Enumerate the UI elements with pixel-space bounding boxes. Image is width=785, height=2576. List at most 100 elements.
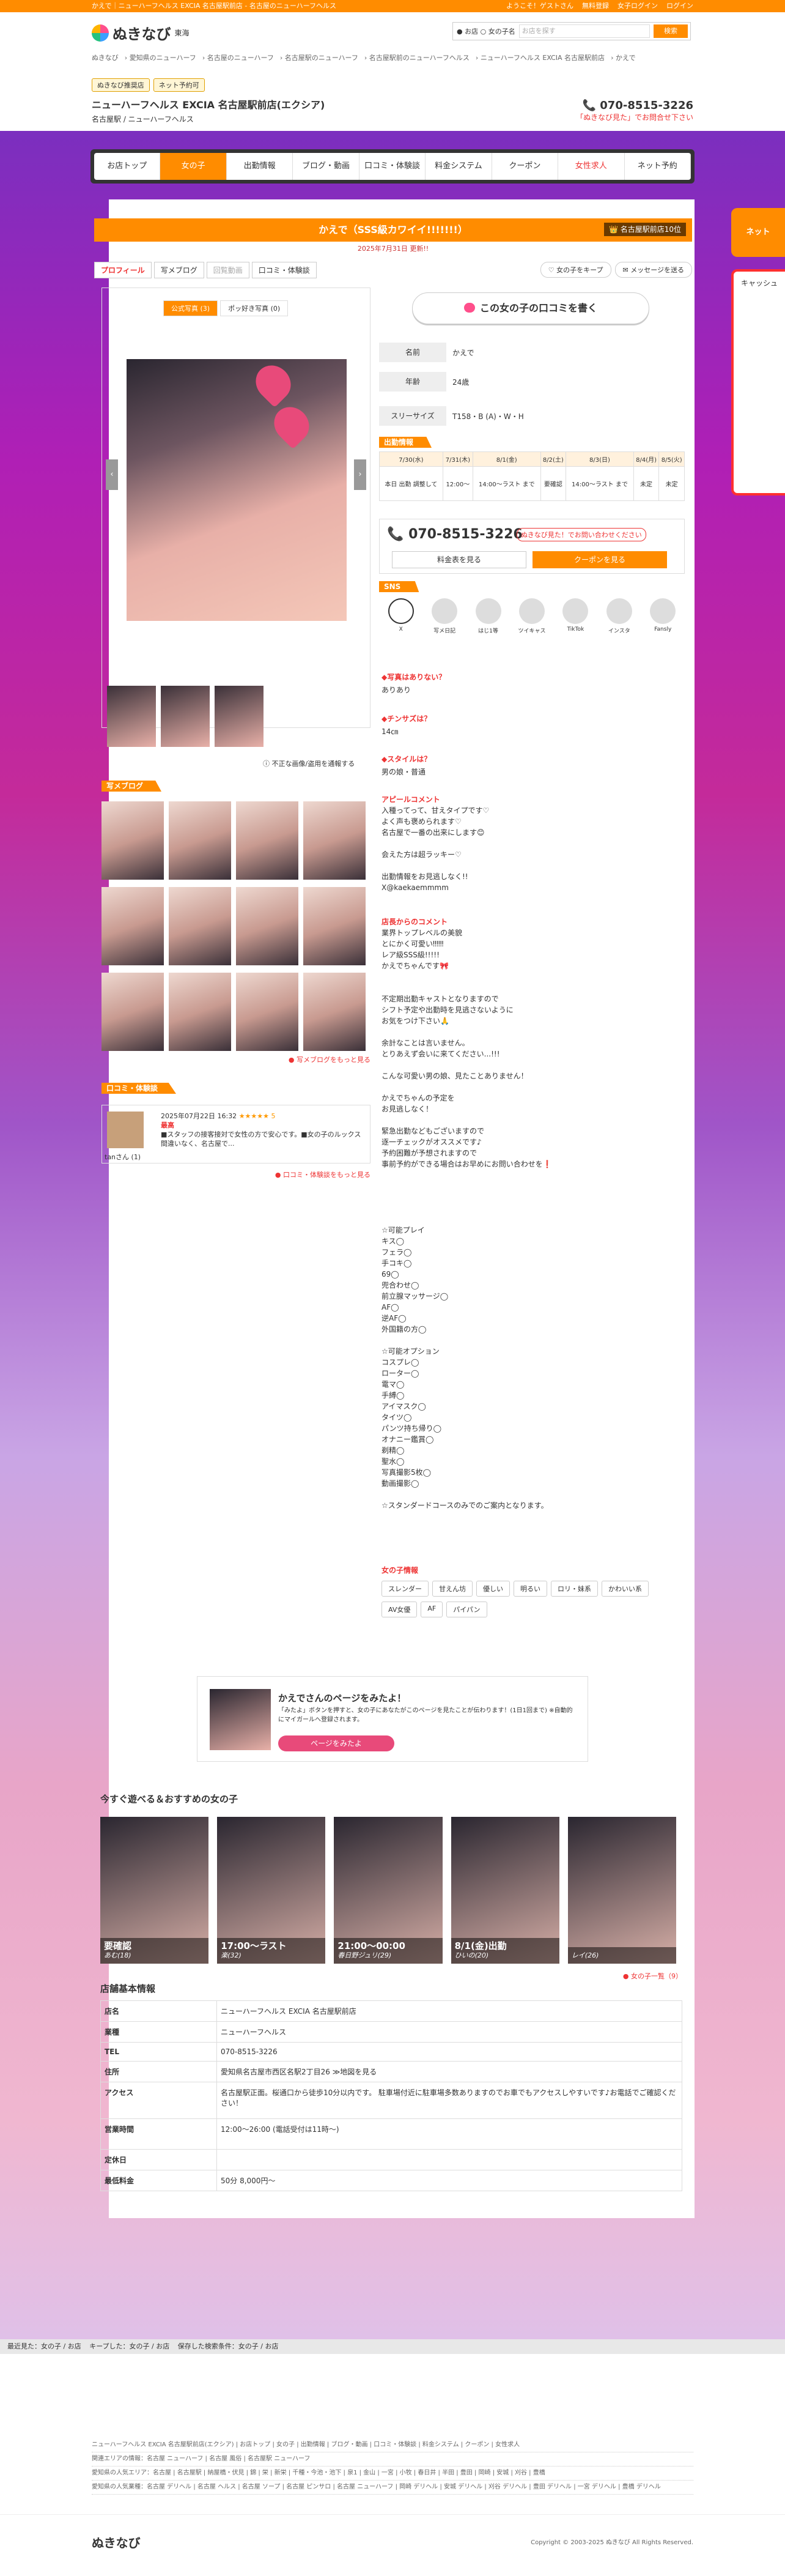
shop-tel[interactable]: 📞 070-8515-3226 「ぬきなび見た」でお問合せ下さい xyxy=(576,99,693,122)
tab-video[interactable]: 回覧動画 xyxy=(206,262,249,278)
history-bar: 最近見た：女の子 / お店 キープした：女の子 / お店 保存した検索条件：女の… xyxy=(0,2339,785,2354)
saved-searches[interactable]: 保存した検索条件：女の子 / お店 xyxy=(178,2342,279,2350)
mitayo-button[interactable]: ページをみたよ xyxy=(278,1735,394,1751)
feature-tag[interactable]: パイパン xyxy=(446,1602,487,1617)
price-table-button[interactable]: 料金表を見る xyxy=(392,551,526,568)
info-value[interactable]: 愛知県名古屋市西区名駅2丁目26 ≫地図を見る xyxy=(216,2061,682,2082)
tab-reviews[interactable]: 口コミ・体験談 xyxy=(251,262,317,278)
report-link[interactable]: ⓘ 不正な画像/盗用を通報する xyxy=(263,759,355,768)
x-link[interactable]: X xyxy=(385,598,417,634)
blog-more-link[interactable]: ● 写メブログをもっと見る xyxy=(101,1055,370,1064)
search-radio-girl[interactable]: ○ 女の子名 xyxy=(481,26,515,36)
recent-viewed[interactable]: 最近見た：女の子 / お店 xyxy=(7,2342,81,2350)
girl-login-link[interactable]: 女子ログイン xyxy=(617,2,658,10)
breadcrumb-item[interactable]: ぬきなび xyxy=(92,54,119,62)
blog-thumb[interactable] xyxy=(303,801,366,880)
girls-list-link[interactable]: ● 女の子一覧（9） xyxy=(100,1971,682,1981)
pokki-photo-tab[interactable]: ポッ好き写真 (0) xyxy=(220,300,289,316)
search-input[interactable]: お店を探す xyxy=(518,24,650,38)
feature-tag[interactable]: 甘えん坊 xyxy=(432,1581,473,1597)
breadcrumb-item[interactable]: ニューハーフヘルス EXCIA 名古屋駅前店 xyxy=(481,54,605,62)
tab-blog[interactable]: 写メブログ xyxy=(153,262,204,278)
info-key: 店名 xyxy=(100,2000,217,2022)
breadcrumb-item[interactable]: 愛知県のニューハーフ xyxy=(130,54,196,62)
side-banner-net[interactable]: ネット xyxy=(731,208,785,257)
recommend-card[interactable]: 21:00〜00:00 春日野ジュリ(29) xyxy=(334,1817,443,1964)
recommend-card[interactable]: 17:00〜ラスト 楽(32) xyxy=(217,1817,326,1964)
search-radio-shop[interactable]: ● お店 xyxy=(457,26,478,36)
nav-reviews[interactable]: 口コミ・体験談 xyxy=(359,153,426,180)
keep-girl-button[interactable]: ♡ 女の子をキープ xyxy=(540,262,611,278)
info-value: 名古屋駅正面。桜通口から徒歩10分以内です。 駐車場付近に駐車場多数ありますので… xyxy=(216,2082,682,2119)
footer-line[interactable]: 関連エリアの情報：名古屋 ニューハーフ | 名古屋 風俗 | 名古屋駅 ニューハ… xyxy=(92,2452,693,2467)
nav-price[interactable]: 料金システム xyxy=(426,153,492,180)
blog-thumb[interactable] xyxy=(236,973,298,1051)
write-review-button[interactable]: この女の子の口コミを書く xyxy=(412,292,649,324)
breadcrumb-item[interactable]: 名古屋のニューハーフ xyxy=(207,54,274,62)
official-photo-tab[interactable]: 公式写真 (3) xyxy=(163,300,218,316)
recommend-card[interactable]: 要確認 あむ(18) xyxy=(100,1817,209,1964)
feature-tag[interactable]: 優しい xyxy=(476,1581,510,1597)
recommend-card[interactable]: レイ(26) xyxy=(567,1817,677,1964)
footer-line[interactable]: 愛知県の人気エリア：名古屋 | 名古屋駅 | 納屋橋・伏見 | 錦 | 栄 | … xyxy=(92,2467,693,2481)
hajime-link[interactable]: はじ1等 xyxy=(473,598,504,634)
breadcrumb-item[interactable]: 名古屋駅のニューハーフ xyxy=(285,54,358,62)
blog-thumb[interactable] xyxy=(236,801,298,880)
feature-tag[interactable]: スレンダー xyxy=(381,1581,429,1597)
nav-girls[interactable]: 女の子 xyxy=(160,153,227,180)
breadcrumb-item[interactable]: 名古屋駅前のニューハーフヘルス xyxy=(369,54,470,62)
shop-nav: お店トップ 女の子 出勤情報 ブログ・動画 口コミ・体験談 料金システム クーポ… xyxy=(90,149,695,184)
tiktok-link[interactable]: TikTok xyxy=(559,598,591,634)
nav-net-reserve[interactable]: ネット予約 xyxy=(625,153,691,180)
fansly-link[interactable]: Fansly xyxy=(647,598,679,634)
nav-schedule[interactable]: 出勤情報 xyxy=(227,153,293,180)
send-message-button[interactable]: ✉ メッセージを送る xyxy=(614,262,692,278)
blog-thumb[interactable] xyxy=(101,801,164,880)
recommend-time: 17:00〜ラスト xyxy=(221,1940,287,1951)
blog-thumb[interactable] xyxy=(169,801,231,880)
footer-line[interactable]: 愛知県の人気業種：名古屋 デリヘル | 名古屋 ヘルス | 名古屋 ソープ | … xyxy=(92,2481,693,2495)
photo-thumb[interactable] xyxy=(107,686,156,747)
recommend-card[interactable]: 8/1(金)出勤 ひいの(20) xyxy=(451,1817,559,1964)
blog-thumb[interactable] xyxy=(169,973,231,1051)
twitcasting-link[interactable]: ツイキャス xyxy=(516,598,548,634)
login-link[interactable]: ログイン xyxy=(666,2,693,10)
main-photo[interactable] xyxy=(127,358,347,621)
footer-logo[interactable]: ぬきなび xyxy=(92,2533,141,2551)
photo-thumb[interactable] xyxy=(215,686,264,747)
tel-box-number[interactable]: 📞 070-8515-3226 xyxy=(387,527,523,542)
review-more-link[interactable]: ● 口コミ・体験談をもっと見る xyxy=(101,1170,370,1179)
blog-thumb[interactable] xyxy=(101,973,164,1051)
nav-blog[interactable]: ブログ・動画 xyxy=(293,153,359,180)
review-card[interactable]: tanさん (1) 2025年07月22日 16:32 ★★★★★ 5 最高 ■スタ… xyxy=(101,1105,370,1164)
coupon-button[interactable]: クーポンを見る xyxy=(533,551,667,568)
feature-tag[interactable]: 明るい xyxy=(514,1581,547,1597)
instagram-link[interactable]: インスタ xyxy=(603,598,635,634)
nav-coupon[interactable]: クーポン xyxy=(492,153,559,180)
nav-recruit[interactable]: 女性求人 xyxy=(558,153,625,180)
footer-line[interactable]: ニューハーフヘルス EXCIA 名古屋駅前店(エクシア) | お店トップ | 女… xyxy=(92,2438,693,2452)
feature-tag[interactable]: AV女優 xyxy=(381,1602,418,1617)
blog-thumb[interactable] xyxy=(169,887,231,965)
photo-diary-link[interactable]: 写メ日記 xyxy=(429,598,460,634)
next-arrow-icon[interactable]: › xyxy=(354,459,366,490)
blog-thumb[interactable] xyxy=(236,887,298,965)
search-button[interactable]: 検索 xyxy=(654,24,688,38)
photo-thumb[interactable] xyxy=(161,686,210,747)
blog-thumb[interactable] xyxy=(303,973,366,1051)
side-banner-cash[interactable]: キャッシュ xyxy=(731,269,785,496)
amazon-icon xyxy=(475,598,501,624)
blog-thumb[interactable] xyxy=(303,887,366,965)
nav-shop-top[interactable]: お店トップ xyxy=(94,153,161,180)
instagram-icon xyxy=(606,598,632,624)
info-value[interactable]: ニューハーフヘルス EXCIA 名古屋駅前店 xyxy=(216,2000,682,2022)
kept-items[interactable]: キープした：女の子 / お店 xyxy=(89,2342,169,2350)
feature-tag[interactable]: AF xyxy=(421,1602,443,1617)
tab-profile[interactable]: プロフィール xyxy=(94,262,152,278)
blog-thumb[interactable] xyxy=(101,887,164,965)
prev-arrow-icon[interactable]: ‹ xyxy=(106,459,118,490)
site-logo[interactable]: ぬきなび 東海 xyxy=(92,22,190,43)
feature-tag[interactable]: ロリ・妹系 xyxy=(551,1581,598,1597)
register-link[interactable]: 無料登録 xyxy=(582,2,609,10)
feature-tag[interactable]: かわいい系 xyxy=(602,1581,649,1597)
